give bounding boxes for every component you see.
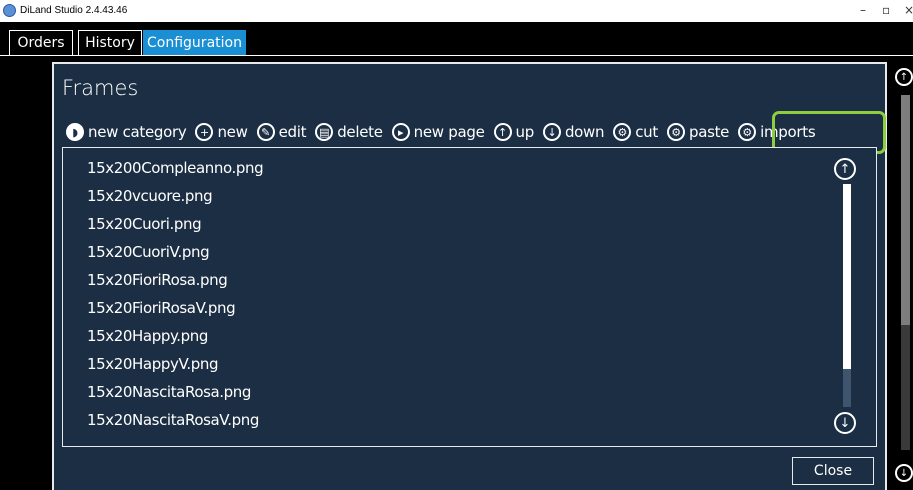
list-item[interactable]: 15x200Compleanno.png [87,159,264,177]
tab-configuration[interactable]: Configuration [143,30,246,56]
page-scroll-up-icon[interactable]: ↑ [895,68,913,86]
maximize-button[interactable]: ▫ [882,3,890,17]
tab-bar: Orders History Configuration [0,22,913,56]
list-item[interactable]: 15x20HappyV.png [87,355,218,373]
paste-label: paste [688,123,730,141]
frames-dialog: Frames ◗ new category + new ✎ edit ▤ del… [52,62,887,490]
new-category-label: new category [88,123,187,141]
tab-history[interactable]: History [78,30,142,56]
tab-divider [0,55,913,56]
delete-label: delete [337,123,383,141]
new-category-button[interactable]: ◗ new category [66,123,187,141]
page-scrollbar-thumb[interactable] [901,95,910,325]
gear-circle-icon: ⚙ [666,123,685,141]
frames-file-list[interactable]: 15x200Compleanno.png 15x20vcuore.png 15x… [62,147,877,447]
list-item[interactable]: 15x20CuoriV.png [87,243,210,261]
minimize-button[interactable]: – [860,3,866,17]
window-titlebar: DiLand Studio 2.4.43.46 – ▫ × [0,0,913,22]
gear-circle-icon: ⚙ [613,123,632,141]
list-item[interactable]: 15x20NascitaRosaV.png [87,411,259,429]
window-title: DiLand Studio 2.4.43.46 [20,5,128,16]
play-circle-icon: ▸ [391,123,410,141]
list-scroll-up-icon[interactable]: ↑ [834,158,856,180]
list-item[interactable]: 15x20vcuore.png [87,187,213,205]
delete-button[interactable]: ▤ delete [315,123,383,141]
trash-circle-icon: ▤ [315,123,334,141]
new-page-label: new page [413,123,485,141]
new-label: new [217,123,248,141]
list-item[interactable]: 15x20FioriRosaV.png [87,299,236,317]
new-page-button[interactable]: ▸ new page [391,123,485,141]
tab-orders[interactable]: Orders [9,30,73,56]
close-button[interactable]: Close [792,457,874,485]
pencil-circle-icon: ✎ [256,123,275,141]
close-window-button[interactable]: × [904,3,913,17]
cut-label: cut [635,123,658,141]
paste-button[interactable]: ⚙ paste [666,123,730,141]
list-scrollbar-thumb[interactable] [843,184,851,369]
frames-toolbar: ◗ new category + new ✎ edit ▤ delete ▸ n… [66,120,824,144]
cut-button[interactable]: ⚙ cut [613,123,658,141]
down-label: down [564,123,605,141]
list-scrollbar-track[interactable] [843,184,851,407]
list-item[interactable]: 15x20Happy.png [87,327,208,345]
edit-button[interactable]: ✎ edit [256,123,307,141]
dialog-title: Frames [62,76,139,100]
down-button[interactable]: ↓ down [542,123,605,141]
arrow-down-circle-icon: ↓ [542,123,561,141]
page-scrollbar-track[interactable] [901,95,910,450]
page-scroll-down-icon[interactable]: ↓ [895,464,913,482]
app-logo-icon [3,4,16,17]
up-button[interactable]: ↑ up [493,123,535,141]
new-button[interactable]: + new [195,123,248,141]
imports-button[interactable]: ⚙ imports [738,123,816,141]
edit-label: edit [278,123,307,141]
arrow-up-circle-icon: ↑ [493,123,512,141]
gear-circle-icon: ⚙ [738,123,757,141]
list-item[interactable]: 15x20NascitaRosa.png [87,383,251,401]
plus-circle-icon: + [195,123,214,141]
list-scroll-down-icon[interactable]: ↓ [834,412,856,434]
list-item[interactable]: 15x20Cuori.png [87,215,202,233]
chat-bubble-icon: ◗ [66,123,84,141]
up-label: up [515,123,535,141]
list-item[interactable]: 15x20FioriRosa.png [87,271,228,289]
imports-label: imports [760,123,816,141]
